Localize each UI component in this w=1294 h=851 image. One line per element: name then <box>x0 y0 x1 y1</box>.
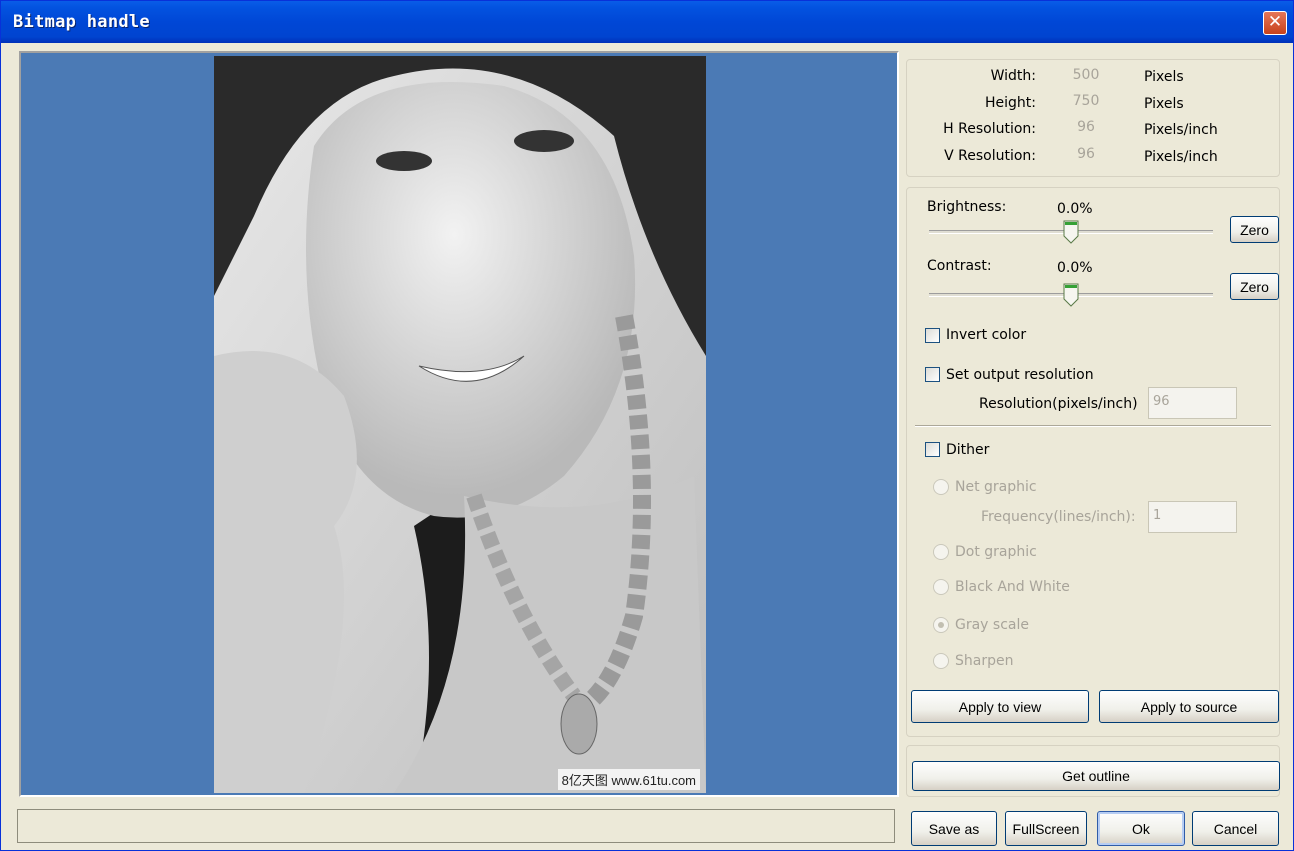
black-and-white-radio[interactable] <box>933 579 949 595</box>
separator <box>915 425 1271 427</box>
portrait-image-drawing <box>214 56 706 793</box>
image-preview[interactable]: 8亿天图 www.61tu.com <box>19 51 899 797</box>
radio-selected-dot <box>938 622 944 628</box>
gray-scale-radio[interactable] <box>933 617 949 633</box>
height-label: Height: <box>985 95 1036 111</box>
dot-graphic-label: Dot graphic <box>955 544 1037 560</box>
width-unit: Pixels <box>1144 69 1184 85</box>
brightness-slider-thumb[interactable] <box>1063 220 1079 244</box>
frequency-label: Frequency(lines/inch): <box>981 509 1136 525</box>
save-as-button[interactable]: Save as <box>911 811 997 846</box>
image-watermark: 8亿天图 www.61tu.com <box>557 769 700 790</box>
sharpen-label: Sharpen <box>955 653 1014 669</box>
contrast-label: Contrast: <box>927 258 992 274</box>
v-resolution-unit: Pixels/inch <box>1144 149 1218 165</box>
h-resolution-label: H Resolution: <box>943 121 1036 137</box>
apply-to-view-button[interactable]: Apply to view <box>911 690 1089 723</box>
set-output-resolution-checkbox[interactable] <box>925 367 940 382</box>
invert-color-checkbox[interactable] <box>925 328 940 343</box>
height-value: 750 <box>1072 93 1100 109</box>
contrast-slider-thumb[interactable] <box>1063 283 1079 307</box>
contrast-zero-button[interactable]: Zero <box>1230 273 1279 300</box>
net-graphic-label: Net graphic <box>955 479 1037 495</box>
sharpen-radio[interactable] <box>933 653 949 669</box>
height-unit: Pixels <box>1144 96 1184 112</box>
dot-graphic-radio[interactable] <box>933 544 949 560</box>
black-and-white-label: Black And White <box>955 579 1070 595</box>
portrait-image: 8亿天图 www.61tu.com <box>214 56 706 793</box>
status-bar <box>17 809 895 843</box>
v-resolution-value: 96 <box>1077 146 1095 162</box>
brightness-zero-button[interactable]: Zero <box>1230 216 1279 243</box>
resolution-input[interactable]: 96 <box>1148 387 1237 419</box>
ok-button[interactable]: Ok <box>1097 811 1185 846</box>
apply-to-source-button[interactable]: Apply to source <box>1099 690 1279 723</box>
h-resolution-value: 96 <box>1077 119 1095 135</box>
width-value: 500 <box>1072 67 1100 83</box>
gray-scale-label: Gray scale <box>955 617 1029 633</box>
close-button[interactable]: ✕ <box>1263 11 1287 35</box>
brightness-value: 0.0% <box>1057 201 1093 217</box>
window-title: Bitmap handle <box>13 12 150 32</box>
title-bar[interactable]: Bitmap handle ✕ <box>1 1 1293 43</box>
get-outline-button[interactable]: Get outline <box>912 761 1280 791</box>
bitmap-handle-window: Bitmap handle ✕ 8亿天图 www.61tu.com Width:… <box>0 0 1294 851</box>
brightness-label: Brightness: <box>927 199 1007 215</box>
frequency-input[interactable]: 1 <box>1148 501 1237 533</box>
set-output-resolution-label[interactable]: Set output resolution <box>946 367 1094 383</box>
v-resolution-label: V Resolution: <box>944 148 1036 164</box>
contrast-value: 0.0% <box>1057 260 1093 276</box>
h-resolution-unit: Pixels/inch <box>1144 122 1218 138</box>
dither-label[interactable]: Dither <box>946 442 989 458</box>
invert-color-label[interactable]: Invert color <box>946 327 1026 343</box>
net-graphic-radio[interactable] <box>933 479 949 495</box>
width-label: Width: <box>990 68 1036 84</box>
dither-checkbox[interactable] <box>925 442 940 457</box>
cancel-button[interactable]: Cancel <box>1192 811 1279 846</box>
fullscreen-button[interactable]: FullScreen <box>1005 811 1087 846</box>
resolution-label: Resolution(pixels/inch) <box>979 396 1138 412</box>
